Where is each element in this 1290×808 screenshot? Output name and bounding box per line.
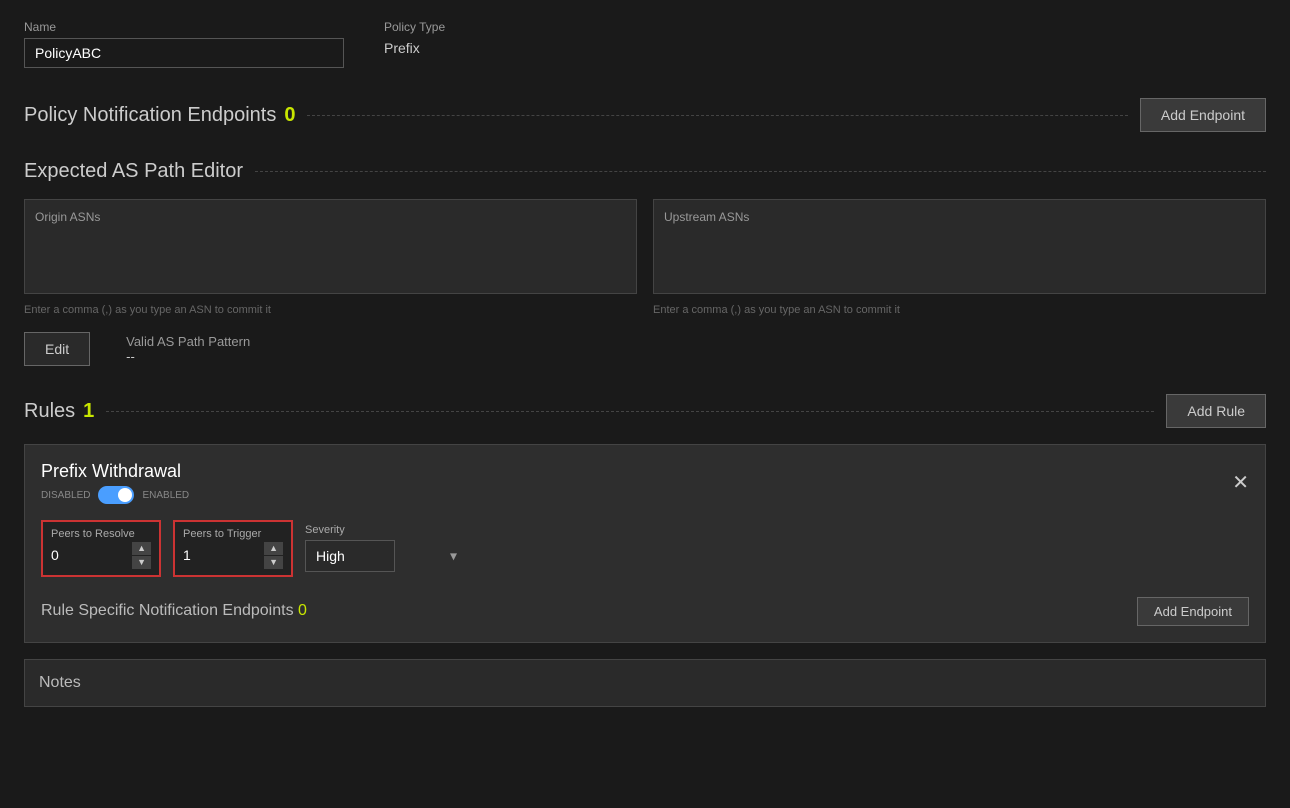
peers-to-trigger-up[interactable]: ▲ <box>264 542 283 555</box>
peers-to-trigger-value: 1 <box>183 547 191 563</box>
disabled-label: DISABLED <box>41 490 90 501</box>
origin-hint: Enter a comma (,) as you type an ASN to … <box>24 304 637 316</box>
policy-type-field-group: Policy Type Prefix <box>384 20 445 56</box>
name-label: Name <box>24 20 344 34</box>
as-path-title: Expected AS Path Editor <box>24 160 243 183</box>
upstream-hint: Enter a comma (,) as you type an ASN to … <box>653 304 1266 316</box>
rule-add-endpoint-button[interactable]: Add Endpoint <box>1137 597 1249 626</box>
peers-to-trigger-row: 1 ▲ ▼ <box>183 542 283 569</box>
severity-select[interactable]: Low Medium High Critical <box>305 540 395 572</box>
enabled-label: ENABLED <box>142 490 189 501</box>
endpoints-header: Policy Notification Endpoints 0 Add Endp… <box>24 98 1266 132</box>
notes-title: Notes <box>39 674 81 691</box>
severity-select-wrap: Low Medium High Critical <box>305 540 465 572</box>
add-rule-button[interactable]: Add Rule <box>1166 394 1266 428</box>
peers-to-resolve-up[interactable]: ▲ <box>132 542 151 555</box>
as-path-grid: Origin ASNs Upstream ASNs <box>24 199 1266 294</box>
endpoints-divider <box>307 115 1127 116</box>
origin-asns-wrap: Origin ASNs <box>24 199 637 294</box>
rule-card: Prefix Withdrawal DISABLED ENABLED ✕ Pee… <box>24 444 1266 643</box>
peers-to-resolve-label: Peers to Resolve <box>51 528 151 540</box>
rule-notification-title: Rule Specific Notification Endpoints 0 <box>41 602 307 620</box>
name-field-group: Name <box>24 20 344 68</box>
policy-type-label: Policy Type <box>384 20 445 34</box>
valid-path-group: Valid AS Path Pattern -- <box>126 334 250 364</box>
peers-to-trigger-down[interactable]: ▼ <box>264 556 283 569</box>
page-container: Name Policy Type Prefix Policy Notificat… <box>0 0 1290 727</box>
rules-title: Rules 1 <box>24 400 94 423</box>
rule-notification-header: Rule Specific Notification Endpoints 0 A… <box>41 597 1249 626</box>
header-row: Name Policy Type Prefix <box>24 20 1266 68</box>
peers-to-resolve-value: 0 <box>51 547 59 563</box>
peers-to-resolve-row: 0 ▲ ▼ <box>51 542 151 569</box>
rule-name: Prefix Withdrawal <box>41 461 189 482</box>
endpoints-section: Policy Notification Endpoints 0 Add Endp… <box>24 98 1266 132</box>
edit-button[interactable]: Edit <box>24 332 90 366</box>
severity-label: Severity <box>305 524 465 536</box>
endpoints-count: 0 <box>284 104 295 127</box>
peers-to-trigger-label: Peers to Trigger <box>183 528 283 540</box>
rule-card-header: Prefix Withdrawal DISABLED ENABLED ✕ <box>41 461 1249 504</box>
peers-to-trigger-arrows: ▲ ▼ <box>264 542 283 569</box>
peers-to-resolve-arrows: ▲ ▼ <box>132 542 151 569</box>
rules-count: 1 <box>83 400 94 423</box>
valid-path-value: -- <box>126 349 250 364</box>
origin-asns-label: Origin ASNs <box>35 210 626 224</box>
name-input[interactable] <box>24 38 344 68</box>
rule-controls: Peers to Resolve 0 ▲ ▼ Peers to Trigger … <box>41 520 1249 577</box>
peers-to-trigger-spinbox: Peers to Trigger 1 ▲ ▼ <box>173 520 293 577</box>
as-path-divider <box>255 171 1266 172</box>
as-path-section: Expected AS Path Editor Origin ASNs Upst… <box>24 160 1266 366</box>
rules-section: Rules 1 Add Rule Prefix Withdrawal DISAB… <box>24 394 1266 643</box>
rules-btn-area: Add Rule <box>1166 394 1266 428</box>
severity-wrap: Severity Low Medium High Critical <box>305 524 465 572</box>
rules-divider <box>106 411 1154 412</box>
rules-header: Rules 1 Add Rule <box>24 394 1266 428</box>
toggle-row: DISABLED ENABLED <box>41 486 189 504</box>
valid-path-wrap: Edit Valid AS Path Pattern -- <box>24 332 1266 366</box>
as-path-header: Expected AS Path Editor <box>24 160 1266 183</box>
valid-path-label: Valid AS Path Pattern <box>126 334 250 349</box>
origin-asns-input[interactable] <box>35 230 626 280</box>
policy-type-value: Prefix <box>384 40 445 56</box>
peers-to-resolve-spinbox: Peers to Resolve 0 ▲ ▼ <box>41 520 161 577</box>
endpoints-btn-area: Add Endpoint <box>1140 98 1266 132</box>
endpoints-title: Policy Notification Endpoints 0 <box>24 104 295 127</box>
close-rule-button[interactable]: ✕ <box>1232 473 1249 493</box>
add-endpoint-button[interactable]: Add Endpoint <box>1140 98 1266 132</box>
enable-toggle[interactable] <box>98 486 134 504</box>
peers-to-resolve-down[interactable]: ▼ <box>132 556 151 569</box>
rule-title-area: Prefix Withdrawal DISABLED ENABLED <box>41 461 189 504</box>
upstream-asns-label: Upstream ASNs <box>664 210 1255 224</box>
upstream-asns-wrap: Upstream ASNs <box>653 199 1266 294</box>
notes-section: Notes <box>24 659 1266 707</box>
upstream-asns-input[interactable] <box>664 230 1255 280</box>
rule-notification-count: 0 <box>298 602 307 619</box>
